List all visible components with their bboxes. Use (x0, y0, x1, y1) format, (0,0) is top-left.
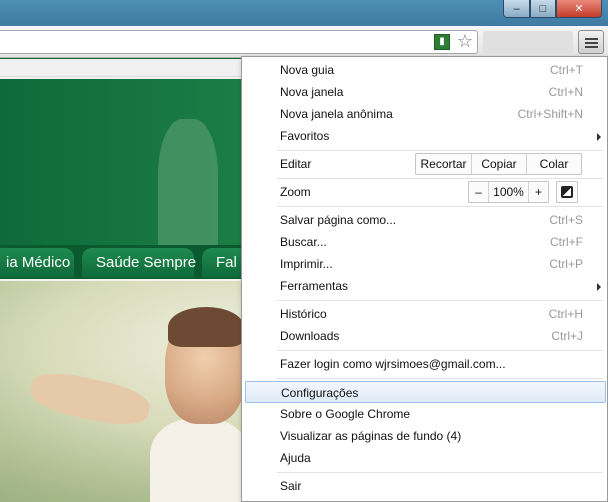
menu-separator (277, 300, 603, 301)
menu-item-shortcut: Ctrl+J (551, 329, 583, 343)
menu-item-new-window[interactable]: Nova janela Ctrl+N (242, 81, 608, 103)
menu-item-bookmarks[interactable]: Favoritos (242, 125, 608, 147)
zoom-out-button[interactable]: – (469, 182, 489, 202)
address-bar[interactable] (0, 30, 478, 54)
menu-separator (277, 350, 603, 351)
photo-child-shirt (150, 419, 250, 502)
menu-item-tools[interactable]: Ferramentas (242, 275, 608, 297)
menu-item-history[interactable]: Histórico Ctrl+H (242, 303, 608, 325)
menu-item-shortcut: Ctrl+T (550, 63, 583, 77)
menu-item-shortcut: Ctrl+H (548, 307, 583, 321)
menu-item-exit[interactable]: Sair (242, 475, 608, 497)
zoom-level-value: 100% (489, 182, 529, 202)
menu-item-label: Histórico (280, 307, 327, 321)
menu-item-label: Nova guia (280, 63, 335, 77)
close-button[interactable]: ✕ (556, 0, 602, 18)
menu-separator (277, 472, 603, 473)
menu-separator (277, 178, 603, 179)
maximize-icon: □ (539, 2, 547, 15)
menu-icon-line (585, 38, 598, 40)
menu-item-label: Ajuda (280, 451, 311, 465)
submenu-arrow-icon (597, 133, 601, 141)
menu-item-label: Configurações (281, 386, 359, 400)
edit-button-group: Recortar Copiar Colar (415, 153, 582, 175)
extension-icon[interactable]: ▮ (434, 34, 450, 50)
menu-item-print[interactable]: Imprimir... Ctrl+P (242, 253, 608, 275)
menu-item-new-tab[interactable]: Nova guia Ctrl+T (242, 59, 608, 81)
menu-item-label: Sobre o Google Chrome (280, 407, 411, 421)
cut-button[interactable]: Recortar (416, 154, 472, 174)
copy-button[interactable]: Copiar (472, 154, 527, 174)
minimize-icon: – (513, 2, 520, 15)
menu-item-shortcut: Ctrl+N (548, 85, 583, 99)
menu-item-label: Imprimir... (280, 257, 333, 271)
menu-item-find[interactable]: Buscar... Ctrl+F (242, 231, 608, 253)
nav-tab-saude-sempre[interactable]: Saúde Sempre (82, 248, 196, 278)
menu-item-label: Ferramentas (280, 279, 349, 293)
menu-item-shortcut: Ctrl+S (549, 213, 583, 227)
toolbar-blank-area (483, 31, 573, 53)
maximize-button[interactable]: □ (530, 0, 556, 18)
menu-item-settings[interactable]: Configurações (245, 381, 606, 403)
menu-icon-line (585, 46, 598, 48)
paste-button[interactable]: Colar (527, 154, 581, 174)
menu-item-sign-in[interactable]: Fazer login como wjrsimoes@gmail.com... (242, 353, 608, 375)
zoom-control-group: – 100% + (468, 181, 549, 203)
fullscreen-icon (561, 186, 573, 198)
menu-item-label: Nova janela anônima (280, 107, 393, 121)
menu-item-label: Visualizar as páginas de fundo (4) (280, 429, 462, 443)
menu-separator (277, 206, 603, 207)
menu-item-label: Editar (280, 157, 312, 171)
menu-item-about[interactable]: Sobre o Google Chrome (242, 403, 608, 425)
menu-item-label: Buscar... (280, 235, 327, 249)
menu-item-label: Downloads (280, 329, 340, 343)
chrome-menu-button[interactable] (578, 30, 604, 54)
minimize-button[interactable]: – (503, 0, 530, 18)
menu-separator (277, 378, 603, 379)
menu-item-shortcut: Ctrl+Shift+N (517, 107, 583, 121)
menu-item-label: Sair (280, 479, 302, 493)
photo-child-hair (168, 307, 244, 347)
menu-separator (277, 150, 603, 151)
menu-item-label: Zoom (280, 185, 311, 199)
fullscreen-button[interactable] (556, 181, 578, 203)
menu-item-shortcut: Ctrl+P (549, 257, 583, 271)
submenu-arrow-icon (597, 283, 601, 291)
zoom-in-button[interactable]: + (529, 182, 548, 202)
menu-item-background-pages[interactable]: Visualizar as páginas de fundo (4) (242, 425, 608, 447)
menu-item-label: Fazer login como wjrsimoes@gmail.com... (280, 357, 506, 371)
menu-item-label: Nova janela (280, 85, 344, 99)
menu-item-label: Favoritos (280, 129, 330, 143)
chrome-menu: Nova guia Ctrl+T Nova janela Ctrl+N Nova… (241, 56, 608, 502)
menu-item-help[interactable]: Ajuda (242, 447, 608, 469)
menu-icon-line (585, 42, 598, 44)
menu-item-zoom: Zoom (242, 181, 608, 203)
menu-item-label: Salvar página como... (280, 213, 397, 227)
close-icon: ✕ (574, 3, 584, 15)
menu-item-downloads[interactable]: Downloads Ctrl+J (242, 325, 608, 347)
banner-figure (158, 119, 218, 259)
menu-item-incognito[interactable]: Nova janela anônima Ctrl+Shift+N (242, 103, 608, 125)
menu-item-save-page[interactable]: Salvar página como... Ctrl+S (242, 209, 608, 231)
nav-tab-guia-medico[interactable]: ia Médico (0, 248, 74, 278)
menu-item-shortcut: Ctrl+F (550, 235, 583, 249)
bookmark-star-icon[interactable]: ☆ (455, 31, 475, 51)
